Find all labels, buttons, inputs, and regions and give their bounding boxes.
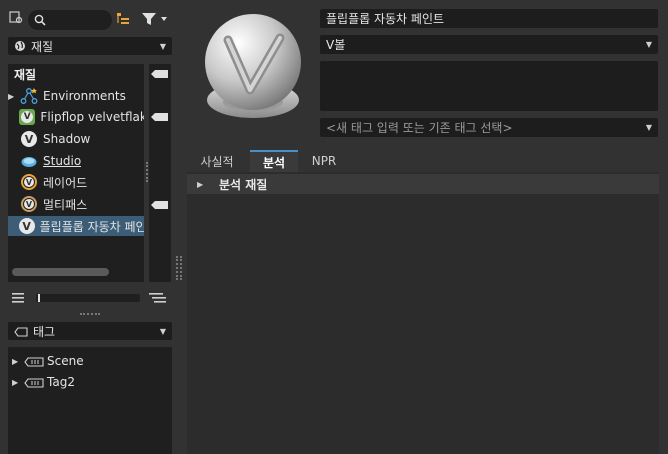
shader-type-dropdown[interactable]: V볼 ▼ — [320, 35, 658, 54]
tree-item-studio[interactable]: Studio — [8, 151, 144, 171]
tag-label: Tag2 — [47, 375, 75, 389]
environment-icon — [20, 87, 38, 105]
search-input[interactable] — [28, 10, 112, 30]
globe-icon — [14, 40, 26, 52]
tag-icon — [24, 356, 44, 367]
tab-analysis[interactable]: 분석 — [250, 150, 298, 172]
splitter-handle[interactable] — [146, 162, 150, 182]
section-label: 분석 재질 — [219, 177, 268, 192]
layered-material-icon: V — [20, 173, 38, 191]
tree-item-multipass[interactable]: V 멀티패스 — [8, 194, 144, 214]
tree-item-layered[interactable]: V 레이어드 — [8, 172, 144, 192]
tag-marker-icon[interactable] — [151, 199, 169, 209]
tag-icon — [14, 326, 28, 337]
tree-header: 재질 — [14, 68, 37, 82]
tree-item-flipflop-car-paint[interactable]: V 플립플롭 자동차 페인트 — [8, 216, 144, 236]
tree-item-label: 레이어드 — [43, 175, 88, 190]
list-view-icon[interactable] — [12, 292, 26, 304]
expand-arrow-icon[interactable]: ▶ — [197, 180, 219, 189]
tag-marker-icon[interactable] — [151, 111, 169, 121]
library-dropdown[interactable]: 재질 ▼ — [8, 37, 172, 55]
tab-realistic[interactable]: 사실적 — [194, 150, 240, 172]
material-preview[interactable] — [198, 10, 308, 125]
section-header[interactable]: ▶ 분석 재질 — [187, 174, 659, 194]
vertical-splitter-handle[interactable] — [176, 256, 182, 280]
chevron-down-icon: ▼ — [645, 40, 652, 49]
tree-item-environments[interactable]: ▶ Environments — [8, 86, 144, 106]
tag-dropdown[interactable]: 태그 ▼ — [8, 322, 172, 340]
tree-item-flipflop-velvetflake[interactable]: V Flipflop velvetflake — [8, 107, 144, 127]
library-icon[interactable] — [9, 10, 23, 24]
tag-input-placeholder: <새 태그 입력 또는 기존 태그 선택> — [326, 121, 513, 135]
vball-material-icon: V — [18, 217, 35, 235]
tree-item-shadow[interactable]: V Shadow — [8, 129, 144, 149]
slider-handle[interactable] — [38, 294, 40, 302]
tree-item-label: 플립플롭 자동차 페인트 — [39, 219, 144, 234]
studio-icon — [20, 152, 38, 170]
tree-item-label: Shadow — [43, 132, 91, 146]
velvet-material-icon: V — [19, 108, 36, 126]
tag-dropdown-label: 태그 — [33, 324, 56, 339]
thumbnail-size-slider[interactable] — [36, 294, 140, 302]
material-name-field[interactable]: 플립플롭 자동차 페인트 — [320, 9, 658, 28]
chevron-down-icon: ▼ — [159, 41, 166, 51]
description-field[interactable] — [320, 61, 658, 111]
search-icon — [34, 14, 46, 26]
expand-arrow-icon[interactable]: ▶ — [12, 357, 24, 366]
filter-icon[interactable] — [141, 12, 169, 26]
tag-input[interactable]: <새 태그 입력 또는 기존 태그 선택> ▼ — [320, 118, 658, 137]
tag-label: Scene — [47, 354, 84, 368]
vball-material-icon: V — [20, 130, 38, 148]
material-name-value: 플립플롭 자동차 페인트 — [326, 12, 445, 26]
expand-arrow-icon[interactable]: ▶ — [12, 378, 24, 387]
expand-arrow-icon[interactable]: ▶ — [8, 92, 20, 101]
tag-icon — [24, 377, 44, 388]
horizontal-splitter-handle[interactable] — [80, 313, 100, 317]
tag-strip — [149, 64, 171, 282]
tag-item-scene[interactable]: ▶ Scene — [12, 351, 84, 371]
shader-type-value: V볼 — [326, 38, 346, 52]
detail-view-icon[interactable] — [149, 292, 167, 304]
tree-item-label: Environments — [43, 89, 126, 103]
multipass-material-icon: V — [20, 195, 38, 213]
tree-horizontal-scrollbar[interactable] — [12, 268, 109, 276]
tree-item-label: Studio — [43, 154, 82, 168]
tag-marker-icon[interactable] — [151, 68, 169, 78]
hierarchy-view-icon[interactable] — [116, 12, 130, 26]
library-dropdown-label: 재질 — [31, 39, 54, 54]
properties-panel — [187, 172, 659, 454]
chevron-down-icon: ▼ — [159, 326, 166, 336]
tree-item-label: 멀티패스 — [43, 197, 88, 212]
tree-item-label: Flipflop velvetflake — [40, 110, 144, 124]
tab-npr[interactable]: NPR — [304, 150, 344, 172]
tag-item-tag2[interactable]: ▶ Tag2 — [12, 372, 75, 392]
chevron-down-icon: ▼ — [645, 123, 652, 132]
